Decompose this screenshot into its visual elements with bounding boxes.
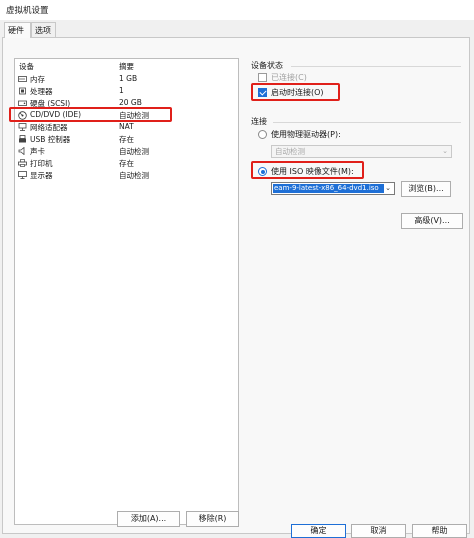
sound-card-icon xyxy=(18,147,27,155)
advanced-button[interactable]: 高级(V)... xyxy=(401,213,463,229)
connection-divider xyxy=(273,122,461,123)
device-status-divider xyxy=(291,66,461,67)
printer-icon xyxy=(18,159,27,167)
display-icon xyxy=(18,171,27,179)
device-row-usb[interactable]: USB 控制器 存在 xyxy=(15,134,238,145)
device-row-memory[interactable]: 内存 1 GB xyxy=(15,74,238,85)
chevron-down-icon: ⌄ xyxy=(442,147,448,155)
remove-device-button[interactable]: 移除(R) xyxy=(186,511,239,527)
device-row-network-adapter[interactable]: 网络适配器 NAT xyxy=(15,122,238,133)
device-list: 设备 摘要 内存 1 GB 处理器 1 硬盘 (SCSI) 20 GB CD/D… xyxy=(14,58,239,525)
physical-drive-select[interactable]: 自动检测 ⌄ xyxy=(271,145,452,158)
device-label: 内存 xyxy=(30,75,45,84)
window-title: 虚拟机设置 xyxy=(6,6,49,16)
device-row-processor[interactable]: 处理器 1 xyxy=(15,86,238,97)
connected-checkbox[interactable] xyxy=(258,73,267,82)
connection-title: 连接 xyxy=(251,117,267,126)
hard-disk-icon xyxy=(18,99,27,107)
device-summary: NAT xyxy=(119,122,134,131)
add-device-button[interactable]: 添加(A)... xyxy=(117,511,180,527)
header-device: 设备 xyxy=(19,62,34,71)
device-summary: 存在 xyxy=(119,135,134,144)
device-summary: 自动检测 xyxy=(119,171,149,180)
device-label: 显示器 xyxy=(30,171,53,180)
device-label: USB 控制器 xyxy=(30,135,71,144)
connected-label: 已连接(C) xyxy=(271,73,307,82)
tab-hardware[interactable]: 硬件 xyxy=(4,22,31,38)
ok-button[interactable]: 确定 xyxy=(291,524,346,538)
highlight-box-power-on xyxy=(251,83,340,101)
list-header: 设备 摘要 xyxy=(15,61,238,72)
device-label: 处理器 xyxy=(30,87,53,96)
device-summary: 自动检测 xyxy=(119,147,149,156)
memory-icon xyxy=(18,75,27,83)
network-adapter-icon xyxy=(18,123,27,131)
processor-icon xyxy=(18,87,27,95)
tab-options[interactable]: 选项 xyxy=(31,22,56,37)
device-label: 网络适配器 xyxy=(30,123,68,132)
dialog-body: 硬件 选项 设备 摘要 内存 1 GB 处理器 1 硬盘 (SCSI) 20 G… xyxy=(0,20,474,538)
browse-button[interactable]: 浏览(B)... xyxy=(401,181,451,197)
device-row-sound-card[interactable]: 声卡 自动检测 xyxy=(15,146,238,157)
device-summary: 1 xyxy=(119,86,124,95)
chevron-down-icon: ⌄ xyxy=(385,184,391,192)
physical-drive-radio[interactable] xyxy=(258,130,267,139)
physical-drive-label: 使用物理驱动器(P): xyxy=(271,130,341,139)
physical-drive-value: 自动检测 xyxy=(275,147,305,156)
iso-path-combobox[interactable]: eam-9-latest-x86_64-dvd1.iso ⌄ xyxy=(271,182,395,195)
device-summary: 20 GB xyxy=(119,98,142,107)
title-bar: 虚拟机设置 xyxy=(0,0,474,20)
highlight-box-cd-dvd xyxy=(9,107,172,122)
device-row-printer[interactable]: 打印机 存在 xyxy=(15,158,238,169)
device-label: 打印机 xyxy=(30,159,53,168)
device-label: 声卡 xyxy=(30,147,45,156)
usb-icon xyxy=(18,135,27,143)
device-status-title: 设备状态 xyxy=(251,61,283,70)
device-summary: 存在 xyxy=(119,159,134,168)
cancel-button[interactable]: 取消 xyxy=(351,524,406,538)
highlight-box-iso xyxy=(251,161,364,179)
device-summary: 1 GB xyxy=(119,74,138,83)
header-summary: 摘要 xyxy=(119,62,134,71)
help-button[interactable]: 帮助 xyxy=(412,524,467,538)
hardware-panel: 设备 摘要 内存 1 GB 处理器 1 硬盘 (SCSI) 20 GB CD/D… xyxy=(2,37,470,534)
iso-path-value: eam-9-latest-x86_64-dvd1.iso xyxy=(273,184,384,193)
device-row-display[interactable]: 显示器 自动检测 xyxy=(15,170,238,181)
